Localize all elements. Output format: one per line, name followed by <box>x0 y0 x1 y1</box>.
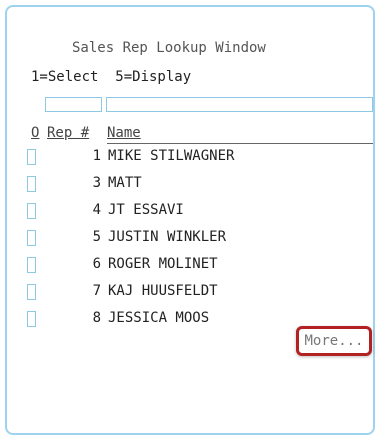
table-row: 6 ROGER MOLINET <box>7 256 377 278</box>
row-option-input[interactable] <box>27 257 36 273</box>
lookup-window: Sales Rep Lookup Window 1=Select 5=Displ… <box>5 5 375 435</box>
header-divider <box>107 143 373 144</box>
more-indicator[interactable]: More... <box>296 326 372 356</box>
table-row: 4 JT ESSAVI <box>7 202 377 224</box>
column-header-option: O <box>31 125 40 141</box>
option-legend: 1=Select 5=Display <box>31 69 192 85</box>
rep-filter-input[interactable] <box>45 97 102 112</box>
table-row: 1 MIKE STILWAGNER <box>7 148 377 170</box>
row-rep-number: 5 <box>92 229 101 245</box>
row-option-input[interactable] <box>27 149 36 165</box>
row-rep-name: MATT <box>108 175 142 191</box>
column-header-name: Name <box>107 125 141 141</box>
name-filter-input[interactable] <box>106 97 373 112</box>
table-row: 7 KAJ HUUSFELDT <box>7 283 377 305</box>
table-row: 5 JUSTIN WINKLER <box>7 229 377 251</box>
row-rep-name: MIKE STILWAGNER <box>108 148 235 164</box>
row-option-input[interactable] <box>27 311 36 327</box>
row-rep-name: JT ESSAVI <box>108 202 184 218</box>
row-option-input[interactable] <box>27 176 36 192</box>
row-option-input[interactable] <box>27 284 36 300</box>
row-rep-number: 1 <box>92 148 101 164</box>
row-rep-name: JUSTIN WINKLER <box>108 229 227 245</box>
row-rep-number: 6 <box>92 256 101 272</box>
row-rep-number: 7 <box>92 283 101 299</box>
row-rep-name: JESSICA MOOS <box>108 310 210 326</box>
row-rep-number: 3 <box>92 175 101 191</box>
window-title: Sales Rep Lookup Window <box>72 40 266 56</box>
row-rep-name: KAJ HUUSFELDT <box>108 283 218 299</box>
row-rep-number: 4 <box>92 202 101 218</box>
row-rep-name: ROGER MOLINET <box>108 256 218 272</box>
table-row: 3 MATT <box>7 175 377 197</box>
column-header-rep: Rep # <box>47 125 90 141</box>
row-option-input[interactable] <box>27 230 36 246</box>
row-option-input[interactable] <box>27 203 36 219</box>
row-rep-number: 8 <box>92 310 101 326</box>
